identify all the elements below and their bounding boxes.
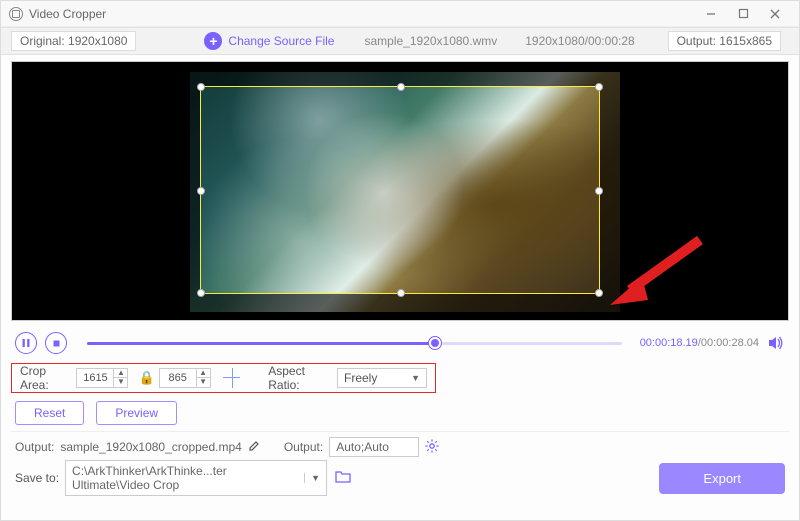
dim-overlay bbox=[190, 72, 620, 86]
dim-overlay bbox=[600, 86, 620, 294]
timeline-slider[interactable] bbox=[87, 333, 622, 353]
output-label: Output: bbox=[677, 34, 716, 48]
timecode: 00:00:18.19/00:00:28.04 bbox=[640, 337, 759, 349]
save-path-select[interactable]: C:\ArkThinker\ArkThinke...ter Ultimate\V… bbox=[65, 460, 327, 496]
timeline-progress bbox=[87, 342, 435, 345]
crop-handle-se[interactable] bbox=[595, 289, 603, 297]
aspect-ratio-value: Freely bbox=[344, 371, 377, 385]
save-path-value: C:\ArkThinker\ArkThinke...ter Ultimate\V… bbox=[72, 464, 298, 492]
app-window: Video Cropper Original: 1920x1080 + Chan… bbox=[0, 0, 800, 521]
output-value: 1615x865 bbox=[719, 34, 772, 48]
output-file-label: Output: bbox=[15, 440, 54, 454]
crop-width-field[interactable] bbox=[77, 372, 113, 384]
bottom-row: Save to: C:\ArkThinker\ArkThinke...ter U… bbox=[1, 460, 799, 496]
output-filename: sample_1920x1080_cropped.mp4 bbox=[60, 440, 241, 454]
timeline-thumb[interactable] bbox=[429, 337, 441, 349]
crop-area-label: Crop Area: bbox=[20, 364, 70, 392]
crop-handle-n[interactable] bbox=[397, 83, 405, 91]
crop-rectangle[interactable] bbox=[200, 86, 600, 294]
spin-down-icon[interactable]: ▼ bbox=[197, 378, 210, 387]
crop-handle-s[interactable] bbox=[397, 289, 405, 297]
output-settings-label: Output: bbox=[284, 440, 323, 454]
playback-controls: 00:00:18.19/00:00:28.04 bbox=[1, 325, 799, 361]
center-crop-icon[interactable] bbox=[223, 368, 241, 388]
output-row: Output: sample_1920x1080_cropped.mp4 Out… bbox=[1, 434, 799, 460]
lock-aspect-icon[interactable]: 🔒 bbox=[138, 370, 154, 386]
open-folder-icon[interactable] bbox=[335, 470, 351, 486]
output-settings-value[interactable]: Auto;Auto bbox=[329, 437, 419, 457]
close-button[interactable] bbox=[759, 4, 791, 24]
chevron-down-icon: ▼ bbox=[411, 373, 420, 383]
chevron-down-icon: ▼ bbox=[304, 473, 320, 483]
preview-button[interactable]: Preview bbox=[96, 401, 177, 425]
original-label: Original: bbox=[20, 34, 65, 48]
volume-icon[interactable] bbox=[767, 334, 785, 352]
crop-handle-ne[interactable] bbox=[595, 83, 603, 91]
action-buttons-row: Reset Preview bbox=[1, 399, 799, 429]
crop-settings-panel: Crop Area: ▲▼ 🔒 ▲▼ Aspect Ratio: Freely … bbox=[11, 363, 436, 393]
change-source-label: Change Source File bbox=[228, 34, 334, 48]
reset-button[interactable]: Reset bbox=[15, 401, 84, 425]
pause-button[interactable] bbox=[15, 332, 37, 354]
total-time: 00:00:28.04 bbox=[701, 337, 759, 349]
stop-button[interactable] bbox=[45, 332, 67, 354]
divider bbox=[11, 431, 789, 432]
save-to-label: Save to: bbox=[15, 471, 59, 485]
crop-handle-sw[interactable] bbox=[197, 289, 205, 297]
current-time: 00:00:18.19 bbox=[640, 337, 698, 349]
original-resolution: Original: 1920x1080 bbox=[11, 31, 136, 51]
output-resolution: Output: 1615x865 bbox=[668, 31, 781, 51]
crop-height-input[interactable]: ▲▼ bbox=[159, 368, 211, 388]
resolution-duration: 1920x1080/00:00:28 bbox=[525, 34, 634, 48]
aspect-ratio-select[interactable]: Freely ▼ bbox=[337, 368, 427, 388]
edit-filename-icon[interactable] bbox=[248, 440, 260, 455]
dim-overlay bbox=[190, 294, 620, 312]
plus-icon: + bbox=[204, 32, 222, 50]
change-source-button[interactable]: + Change Source File bbox=[204, 32, 334, 50]
original-value: 1920x1080 bbox=[68, 34, 127, 48]
window-title: Video Cropper bbox=[29, 7, 106, 21]
crop-handle-e[interactable] bbox=[595, 187, 603, 195]
title-bar: Video Cropper bbox=[1, 1, 799, 27]
crop-width-input[interactable]: ▲▼ bbox=[76, 368, 128, 388]
video-preview[interactable] bbox=[11, 61, 789, 321]
export-button[interactable]: Export bbox=[659, 463, 785, 494]
app-logo-icon bbox=[9, 7, 23, 21]
spin-down-icon[interactable]: ▼ bbox=[114, 378, 127, 387]
maximize-button[interactable] bbox=[727, 4, 759, 24]
crop-handle-nw[interactable] bbox=[197, 83, 205, 91]
crop-handle-w[interactable] bbox=[197, 187, 205, 195]
info-bar: Original: 1920x1080 + Change Source File… bbox=[1, 27, 799, 55]
settings-gear-icon[interactable] bbox=[425, 439, 439, 456]
crop-height-field[interactable] bbox=[160, 372, 196, 384]
aspect-ratio-label: Aspect Ratio: bbox=[268, 364, 331, 392]
source-filename: sample_1920x1080.wmv bbox=[364, 34, 497, 48]
minimize-button[interactable] bbox=[695, 4, 727, 24]
